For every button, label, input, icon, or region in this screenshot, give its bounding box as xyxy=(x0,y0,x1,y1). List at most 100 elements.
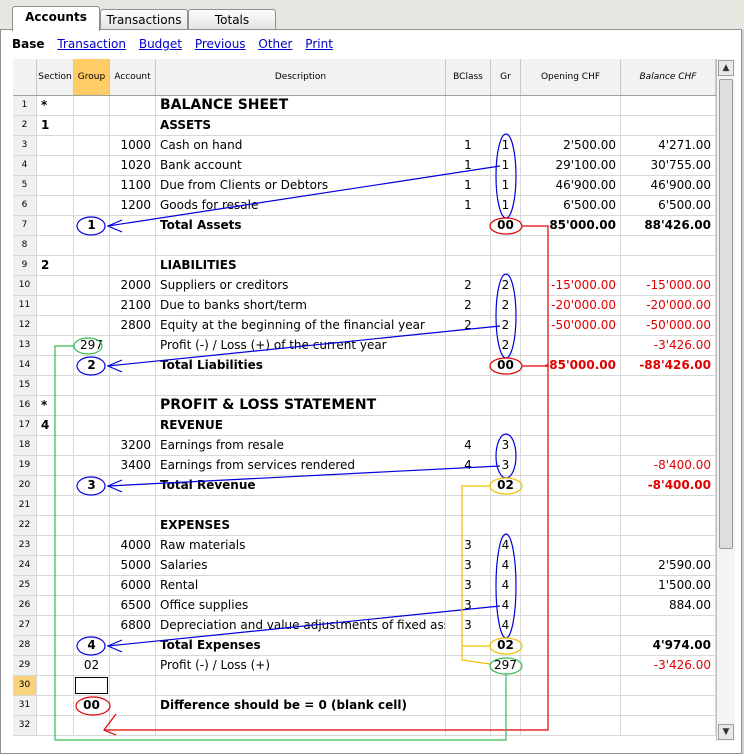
table-row[interactable]: 13 297 Profit (-) / Loss (+) of the curren… xyxy=(13,336,716,356)
cell-group[interactable] xyxy=(74,196,110,215)
table-row[interactable]: 5 1100 Due from Clients or Debtors 1 1 46'900… xyxy=(13,176,716,196)
cell-bclass[interactable] xyxy=(446,256,491,275)
cell-account[interactable]: 2000 xyxy=(110,276,156,295)
cell-section[interactable] xyxy=(37,376,74,395)
table-row[interactable]: 29 02 Profit (-) / Loss (+) 297 -3'426.00 xyxy=(13,656,716,676)
cell-group[interactable]: 4 xyxy=(74,636,110,655)
cell-account[interactable]: 6000 xyxy=(110,576,156,595)
cell-gr[interactable] xyxy=(491,496,521,515)
header-group[interactable]: Group xyxy=(74,59,110,95)
cell-section[interactable]: * xyxy=(37,396,74,415)
cell-section[interactable] xyxy=(37,656,74,675)
cell-section[interactable] xyxy=(37,476,74,495)
cell-account[interactable]: 2100 xyxy=(110,296,156,315)
cell-desc[interactable]: PROFIT & LOSS STATEMENT xyxy=(156,396,446,415)
cell-account[interactable] xyxy=(110,336,156,355)
cell-balance[interactable]: -50'000.00 xyxy=(621,316,716,335)
cell-bclass[interactable] xyxy=(446,336,491,355)
tab-accounts[interactable]: Accounts xyxy=(12,6,100,31)
tab-transactions[interactable]: Transactions xyxy=(100,9,188,30)
view-transaction[interactable]: Transaction xyxy=(57,37,126,51)
cell-opening[interactable] xyxy=(521,396,621,415)
cell-bclass[interactable]: 4 xyxy=(446,436,491,455)
cell-bclass[interactable] xyxy=(446,96,491,115)
cell-group[interactable] xyxy=(74,316,110,335)
cell-section[interactable] xyxy=(37,556,74,575)
cell-opening[interactable] xyxy=(521,376,621,395)
cell-desc[interactable]: Office supplies xyxy=(156,596,446,615)
cell-bclass[interactable]: 1 xyxy=(446,176,491,195)
header-balance[interactable]: Balance CHF xyxy=(621,59,716,95)
table-row[interactable]: 2 1 ASSETS xyxy=(13,116,716,136)
cell-group[interactable] xyxy=(74,516,110,535)
table-row[interactable]: 10 2000 Suppliers or creditors 2 2 -15'000.00… xyxy=(13,276,716,296)
cell-gr[interactable]: 4 xyxy=(491,596,521,615)
cell-desc[interactable]: Earnings from resale xyxy=(156,436,446,455)
cell-gr[interactable] xyxy=(491,376,521,395)
cell-opening[interactable] xyxy=(521,336,621,355)
cell-desc[interactable] xyxy=(156,496,446,515)
cell-desc[interactable]: Rental xyxy=(156,576,446,595)
cell-section[interactable] xyxy=(37,716,74,735)
table-row[interactable]: 14 2 Total Liabilities 00 -85'000.00 -88'426.… xyxy=(13,356,716,376)
cell-balance[interactable]: 884.00 xyxy=(621,596,716,615)
cell-bclass[interactable] xyxy=(446,356,491,375)
cell-desc[interactable]: Profit (-) / Loss (+) of the current yea… xyxy=(156,336,446,355)
cell-opening[interactable] xyxy=(521,116,621,135)
cell-opening[interactable]: -20'000.00 xyxy=(521,296,621,315)
cell-section[interactable] xyxy=(37,276,74,295)
cell-bclass[interactable] xyxy=(446,496,491,515)
table-row[interactable]: 7 1 Total Assets 00 85'000.00 88'426.00 xyxy=(13,216,716,236)
cell-account[interactable] xyxy=(110,236,156,255)
table-row[interactable]: 23 4000 Raw materials 3 4 xyxy=(13,536,716,556)
cell-group[interactable]: 00 xyxy=(74,696,110,715)
table-row[interactable]: 21 xyxy=(13,496,716,516)
cell-gr[interactable]: 2 xyxy=(491,316,521,335)
cell-section[interactable] xyxy=(37,616,74,635)
cell-balance[interactable] xyxy=(621,376,716,395)
cell-bclass[interactable]: 2 xyxy=(446,276,491,295)
view-budget[interactable]: Budget xyxy=(139,37,182,51)
cell-section[interactable] xyxy=(37,176,74,195)
cell-bclass[interactable] xyxy=(446,656,491,675)
cell-account[interactable] xyxy=(110,396,156,415)
cell-account[interactable] xyxy=(110,256,156,275)
cell-gr[interactable]: 4 xyxy=(491,556,521,575)
cell-bclass[interactable]: 2 xyxy=(446,296,491,315)
cell-bclass[interactable] xyxy=(446,396,491,415)
cell-section[interactable] xyxy=(37,576,74,595)
cell-gr[interactable] xyxy=(491,116,521,135)
cell-desc[interactable] xyxy=(156,236,446,255)
cell-desc[interactable]: Raw materials xyxy=(156,536,446,555)
cell-bclass[interactable] xyxy=(446,516,491,535)
table-row[interactable]: 8 xyxy=(13,236,716,256)
cell-desc[interactable]: Total Expenses xyxy=(156,636,446,655)
cell-desc[interactable]: Equity at the beginning of the financial… xyxy=(156,316,446,335)
cell-desc[interactable]: Total Revenue xyxy=(156,476,446,495)
cell-section[interactable] xyxy=(37,456,74,475)
cell-gr[interactable]: 02 xyxy=(491,476,521,495)
cell-balance[interactable]: -3'426.00 xyxy=(621,656,716,675)
cell-bclass[interactable] xyxy=(446,636,491,655)
cell-account[interactable] xyxy=(110,716,156,735)
cell-balance[interactable] xyxy=(621,536,716,555)
cell-account[interactable] xyxy=(110,516,156,535)
cell-desc[interactable]: Total Liabilities xyxy=(156,356,446,375)
cell-group[interactable] xyxy=(74,156,110,175)
cell-balance[interactable] xyxy=(621,116,716,135)
cell-gr[interactable] xyxy=(491,696,521,715)
cell-account[interactable]: 1100 xyxy=(110,176,156,195)
scroll-down-icon[interactable]: ▼ xyxy=(718,724,734,740)
cell-section[interactable] xyxy=(37,636,74,655)
table-row[interactable]: 19 3400 Earnings from services rendered 4 3 -… xyxy=(13,456,716,476)
cell-section[interactable] xyxy=(37,336,74,355)
cell-balance[interactable]: 4'974.00 xyxy=(621,636,716,655)
table-row[interactable]: 16 * PROFIT & LOSS STATEMENT xyxy=(13,396,716,416)
header-account[interactable]: Account xyxy=(110,59,156,95)
cell-gr[interactable] xyxy=(491,396,521,415)
cell-account[interactable]: 6800 xyxy=(110,616,156,635)
cell-balance[interactable]: -20'000.00 xyxy=(621,296,716,315)
cell-account[interactable] xyxy=(110,376,156,395)
cell-section[interactable] xyxy=(37,436,74,455)
cell-balance[interactable] xyxy=(621,696,716,715)
